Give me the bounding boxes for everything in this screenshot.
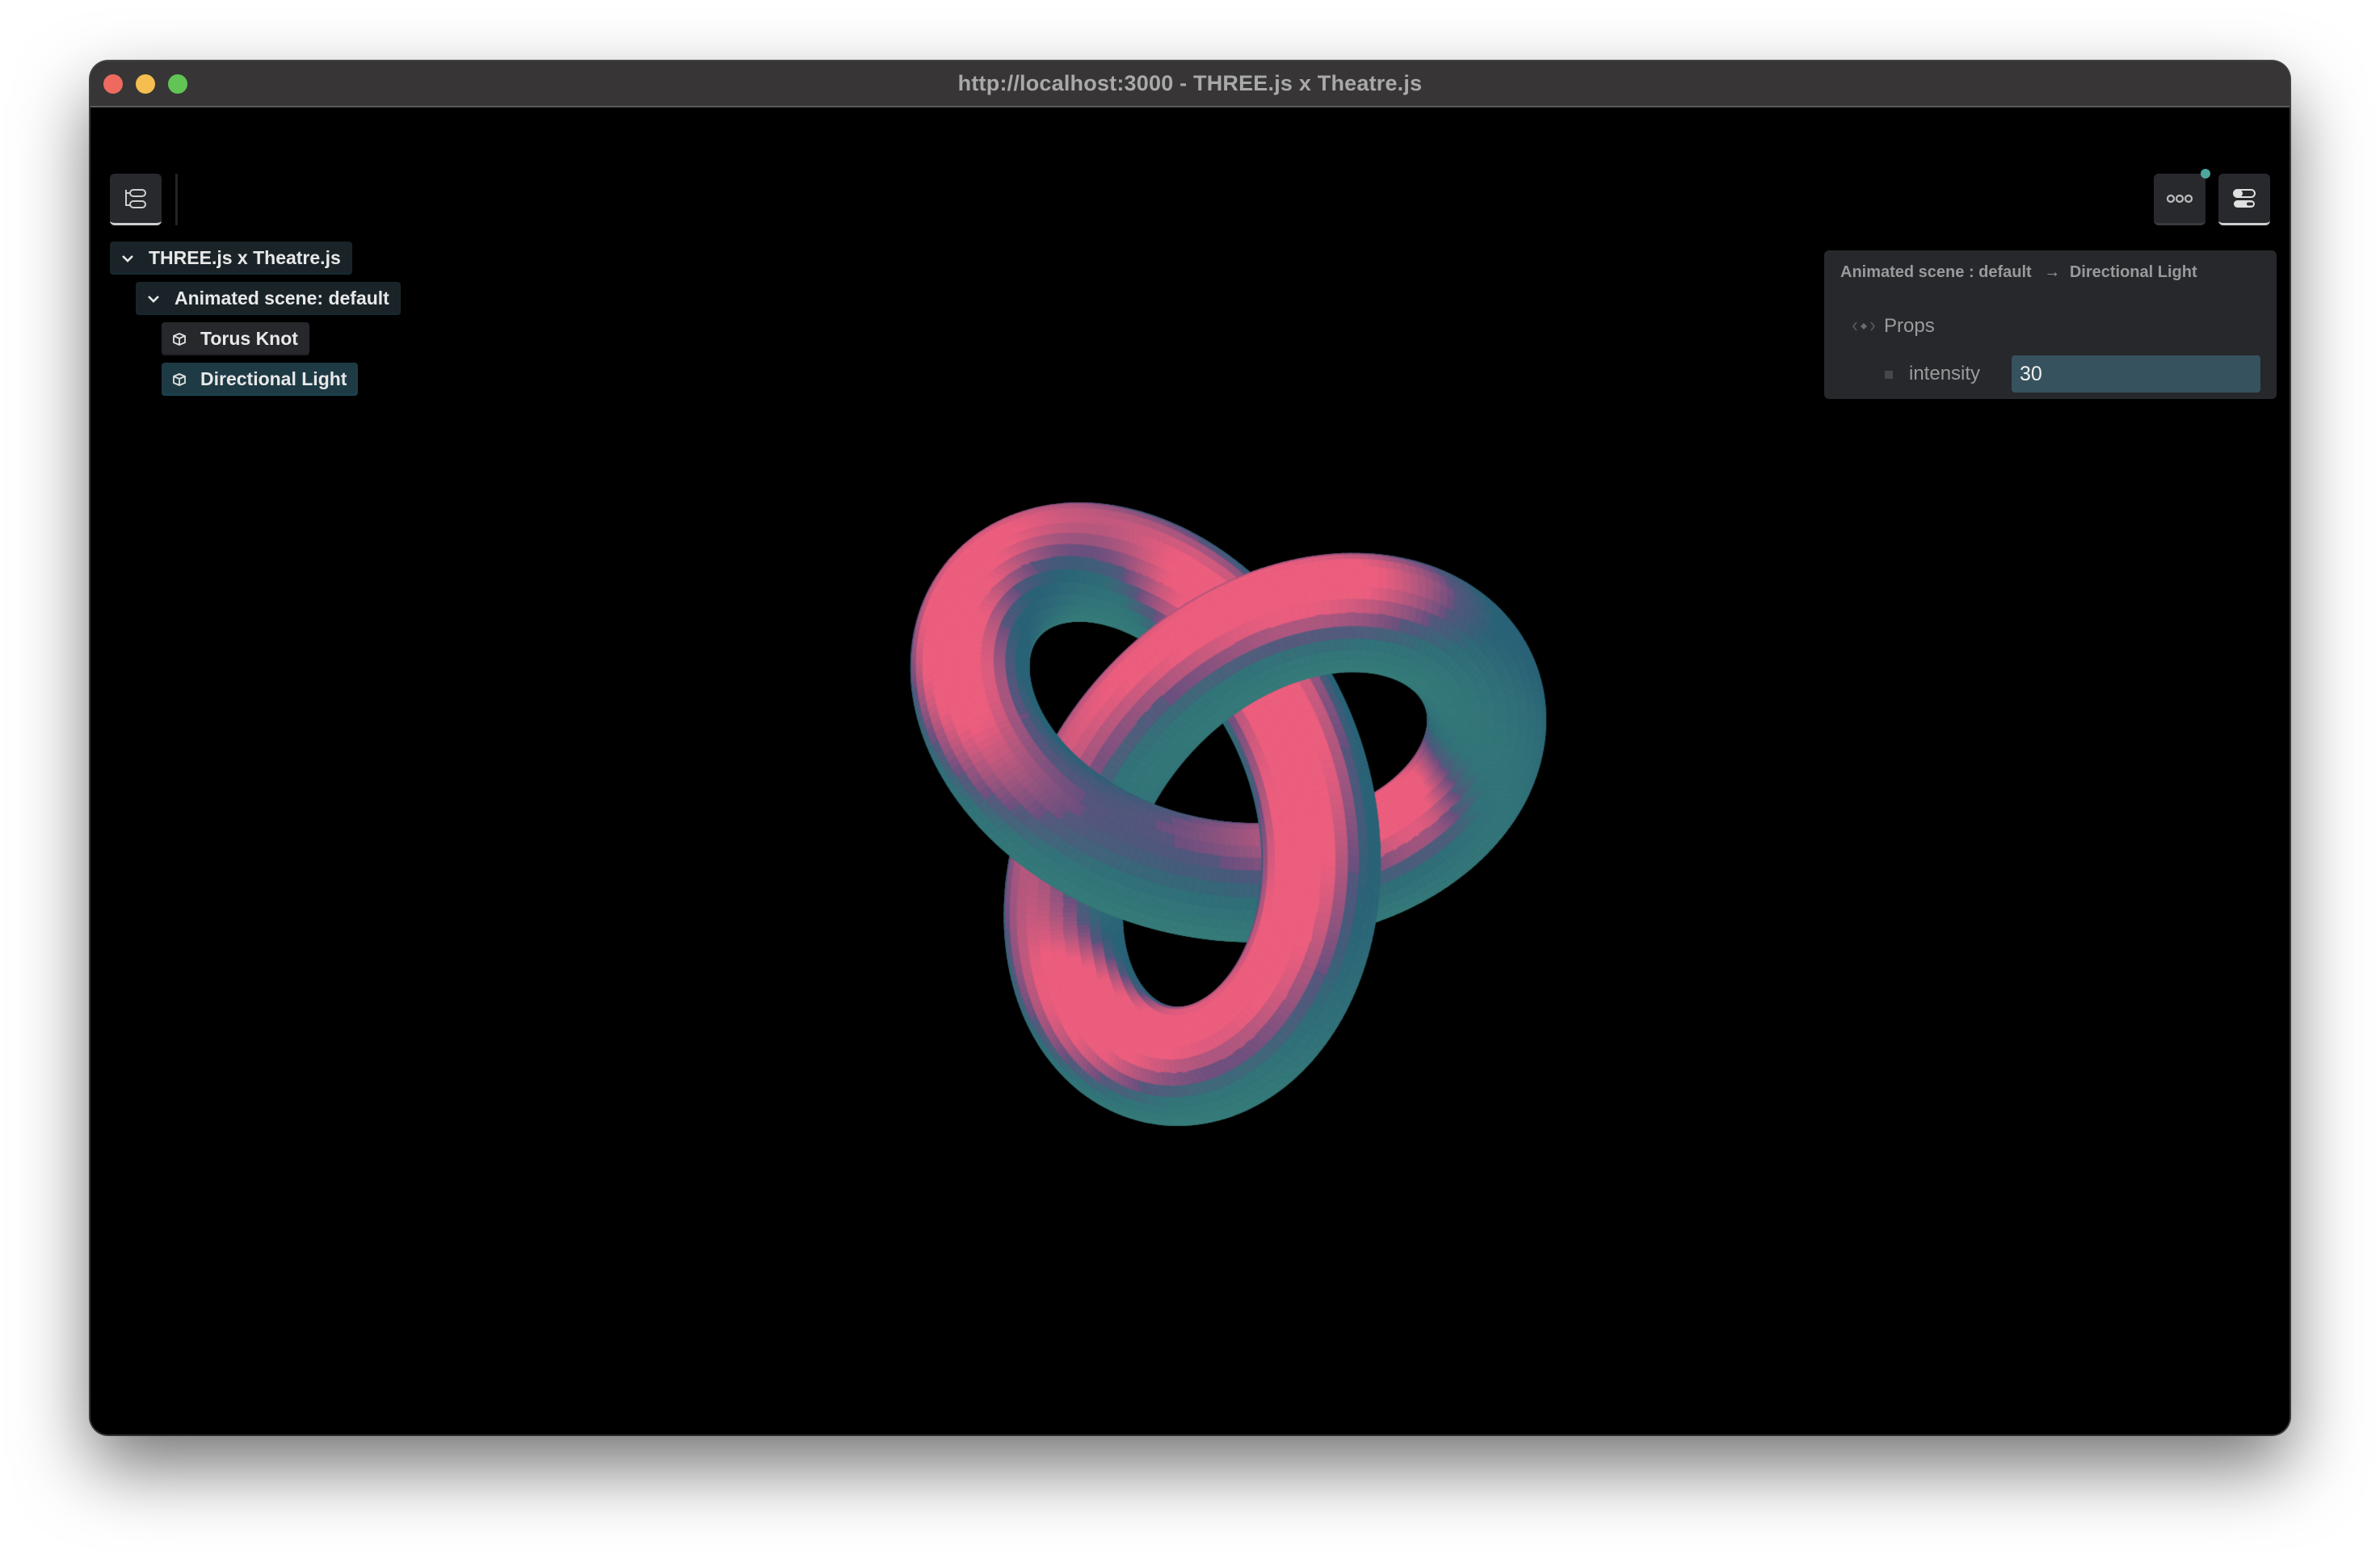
toggle-settings-icon [2233,188,2256,208]
more-options-button[interactable] [2154,169,2210,225]
outline-toggle-button[interactable] [110,174,162,225]
breadcrumb-object: Directional Light [2069,263,2197,281]
tree-item-project[interactable]: THREE.js x Theatre.js [110,242,352,275]
prop-row-intensity: intensity [1884,355,2272,393]
chevron-down-icon[interactable] [145,291,162,307]
more-options-icon [2166,194,2193,203]
arrow-right-icon: → [2044,263,2061,281]
notification-dot [2201,169,2210,178]
cube-icon [173,332,186,346]
toolbar-divider [175,174,178,225]
outline-tree-icon [125,188,146,208]
tree-item-label: THREE.js x Theatre.js [149,247,341,268]
maximize-window-button[interactable] [168,74,187,94]
title-bar: http://localhost:3000 - THREE.js x Theat… [90,61,2290,107]
breadcrumb-sheet[interactable]: Animated scene : default [1840,263,2032,281]
intensity-input[interactable] [2012,355,2260,393]
props-group-header[interactable]: Props [1852,314,1935,338]
breadcrumb: Animated scene : default → Directional L… [1840,263,2197,282]
tree-item-label: Torus Knot [200,328,298,349]
minimize-window-button[interactable] [136,74,155,94]
tree-item-torus-knot[interactable]: Torus Knot [162,322,309,355]
browser-window: http://localhost:3000 - THREE.js x Theat… [90,61,2290,1434]
tree-item-label: Directional Light [200,368,347,389]
chevron-down-icon[interactable] [120,250,136,267]
threejs-viewport[interactable]: THREE.js x Theatre.js Animated scene: de… [90,107,2290,1434]
keyframe-nav-icon[interactable] [1852,320,1876,333]
cube-icon [173,372,186,386]
tree-item-directional-light[interactable]: Directional Light [162,363,359,396]
tree-item-label: Animated scene: default [175,288,389,309]
prop-label: intensity [1909,363,1981,384]
tree-item-sheet[interactable]: Animated scene: default [136,282,401,315]
details-panel: Animated scene : default → Directional L… [1824,250,2277,399]
details-toggle-button[interactable] [2218,174,2270,225]
props-group-label: Props [1884,315,1935,337]
window-title: http://localhost:3000 - THREE.js x Theat… [957,71,1423,95]
keyframe-toggle-icon[interactable] [1885,371,1893,379]
close-window-button[interactable] [103,74,123,94]
